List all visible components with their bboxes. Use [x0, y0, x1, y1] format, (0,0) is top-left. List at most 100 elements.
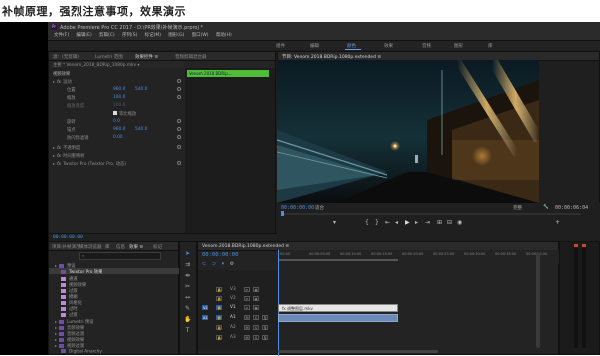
timeline-vertical-scrollbar[interactable]: [536, 252, 540, 348]
hand-tool-icon[interactable]: ✋: [184, 316, 191, 323]
tab-sequence[interactable]: Venom.2018.BDRip.1080p.extended ≡: [202, 244, 289, 249]
reset-icon[interactable]: [177, 119, 181, 123]
playhead-handle[interactable]: [281, 211, 284, 216]
tab-project[interactable]: 项目:补帧演示: [52, 244, 81, 250]
menu-window[interactable]: 窗口(W): [192, 32, 209, 40]
export-frame-icon[interactable]: ◉: [457, 219, 462, 226]
mark-in-icon[interactable]: {: [365, 219, 369, 226]
tab-source[interactable]: 源：(无剪辑): [53, 54, 79, 60]
snap-icon[interactable]: ⊂: [202, 261, 206, 267]
menu-help[interactable]: 帮助(H): [216, 32, 232, 40]
mark-out-icon[interactable]: }: [375, 219, 379, 226]
extract-icon[interactable]: ⊟: [447, 219, 452, 226]
anchor-y-value[interactable]: 540.0: [135, 127, 147, 132]
sync-icon[interactable]: ⇔: [244, 305, 250, 310]
expand-icon[interactable]: [55, 321, 57, 323]
reset-icon[interactable]: [177, 79, 181, 83]
anti-flicker-value[interactable]: 0.00: [113, 135, 123, 140]
slip-tool-icon[interactable]: ↔: [184, 294, 191, 301]
selection-tool-icon[interactable]: ➤: [184, 250, 191, 257]
expand-icon[interactable]: [55, 327, 57, 329]
mic-icon[interactable]: 🎙: [262, 335, 268, 340]
menu-clip[interactable]: 剪辑(C): [99, 32, 115, 40]
workspace-tab-assembly[interactable]: 组件: [276, 43, 285, 49]
clip-header[interactable]: 主要 * Venom_2018_BDRip_1080p.mkv ▾: [53, 62, 140, 68]
source-patch-a1[interactable]: A1: [202, 315, 208, 320]
time-ruler[interactable]: 00:00 00:00:05:00 00:00:10:00 00:00:15:0…: [278, 250, 560, 264]
go-to-in-icon[interactable]: ⇤: [385, 219, 390, 226]
lock-icon[interactable]: 🔒: [216, 287, 222, 292]
workspace-tab-libraries[interactable]: 库: [488, 43, 493, 49]
sync-icon[interactable]: ⇔: [244, 287, 250, 292]
marker-icon[interactable]: ▾: [333, 219, 336, 226]
expand-icon[interactable]: [55, 345, 57, 347]
lock-icon[interactable]: 🔒: [216, 305, 222, 310]
reset-icon[interactable]: [177, 95, 181, 99]
clip-bar[interactable]: Venom 2018 BDRip...: [187, 70, 269, 77]
mic-icon[interactable]: 🎙: [262, 315, 268, 320]
lift-icon[interactable]: ⊞: [437, 219, 442, 226]
fx-icon[interactable]: fx: [57, 146, 61, 151]
mic-icon[interactable]: 🎙: [262, 325, 268, 330]
tab-effect-controls[interactable]: 效果控件 ≡: [135, 54, 158, 60]
anchor-x-value[interactable]: 960.0: [113, 127, 125, 132]
expand-icon[interactable]: [55, 265, 57, 267]
source-patch-v1[interactable]: V1: [202, 305, 208, 310]
scale-value[interactable]: 100.0: [113, 95, 125, 100]
timeline-timecode[interactable]: 00:00:00:00: [202, 252, 238, 258]
go-to-out-icon[interactable]: ⇥: [425, 219, 430, 226]
playhead-line[interactable]: [278, 250, 279, 356]
fx-icon[interactable]: fx: [57, 154, 61, 159]
reset-icon[interactable]: [177, 145, 181, 149]
lock-icon[interactable]: 🔒: [216, 315, 222, 320]
tab-markers[interactable]: 标记: [153, 244, 162, 250]
mute-icon[interactable]: M: [244, 315, 250, 320]
track-select-tool-icon[interactable]: ⇉: [184, 261, 191, 268]
reset-icon[interactable]: [177, 135, 181, 139]
program-timecode-current[interactable]: 00:00:00:00: [281, 205, 314, 211]
reset-icon[interactable]: [177, 127, 181, 131]
expand-icon[interactable]: [53, 155, 55, 157]
expand-icon[interactable]: [53, 81, 55, 83]
add-button-icon[interactable]: +: [555, 219, 560, 226]
tab-effects[interactable]: 效果 ≡: [129, 244, 143, 250]
tab-info[interactable]: 信息: [116, 244, 125, 250]
pen-tool-icon[interactable]: ✎: [184, 305, 191, 312]
expand-icon[interactable]: [53, 163, 55, 165]
rotation-value[interactable]: 0.0: [113, 119, 120, 124]
reset-icon[interactable]: [177, 87, 181, 91]
lock-icon[interactable]: 🔒: [216, 335, 222, 340]
workspace-tab-editing[interactable]: 编辑: [310, 43, 319, 49]
resolution-dropdown[interactable]: 完整: [513, 205, 522, 211]
step-forward-icon[interactable]: ▸: [415, 219, 418, 226]
tab-media-browser[interactable]: 媒体浏览器: [79, 244, 102, 250]
play-icon[interactable]: ▶: [405, 219, 410, 226]
solo-icon[interactable]: S: [253, 315, 259, 320]
solo-icon[interactable]: S: [253, 335, 259, 340]
workspace-tab-graphics[interactable]: 图形: [454, 43, 463, 49]
eye-icon[interactable]: ◉: [253, 296, 259, 301]
expand-icon[interactable]: [55, 333, 57, 335]
wrench-icon[interactable]: 🔧: [543, 205, 549, 210]
effect-controls-timecode[interactable]: 00:00:00:00: [53, 235, 83, 240]
fx-icon[interactable]: fx: [57, 162, 61, 167]
expand-icon[interactable]: [55, 339, 57, 341]
add-marker-icon[interactable]: ▾: [222, 261, 225, 267]
razor-tool-icon[interactable]: ✂: [184, 283, 191, 290]
uniform-scale-checkbox[interactable]: [113, 111, 117, 115]
eye-icon[interactable]: ◉: [253, 287, 259, 292]
menu-graphics[interactable]: 图形(G): [168, 32, 184, 40]
tab-program[interactable]: 节目: Venom.2018.BDRip.1080p.extended ≡: [282, 54, 381, 60]
position-y-value[interactable]: 540.0: [135, 87, 147, 92]
sync-icon[interactable]: ⇔: [244, 296, 250, 301]
tab-audio-clip-mixer[interactable]: 音频剪辑混合器: [175, 54, 207, 60]
playback-scrubber[interactable]: [281, 213, 581, 215]
timeline-horizontal-scrollbar[interactable]: [278, 350, 438, 353]
workspace-tab-audio[interactable]: 音频: [422, 43, 431, 49]
expand-icon[interactable]: [53, 147, 55, 149]
list-item[interactable]: 过渡: [61, 312, 78, 318]
audio-clip[interactable]: [278, 314, 398, 322]
video-clip[interactable]: fx 调整图层.mkv: [278, 304, 398, 312]
effect-twixtor[interactable]: fx Twixtor Pro (Twixtor Pro, 动态): [53, 161, 126, 167]
menu-edit[interactable]: 编辑(E): [76, 32, 91, 40]
